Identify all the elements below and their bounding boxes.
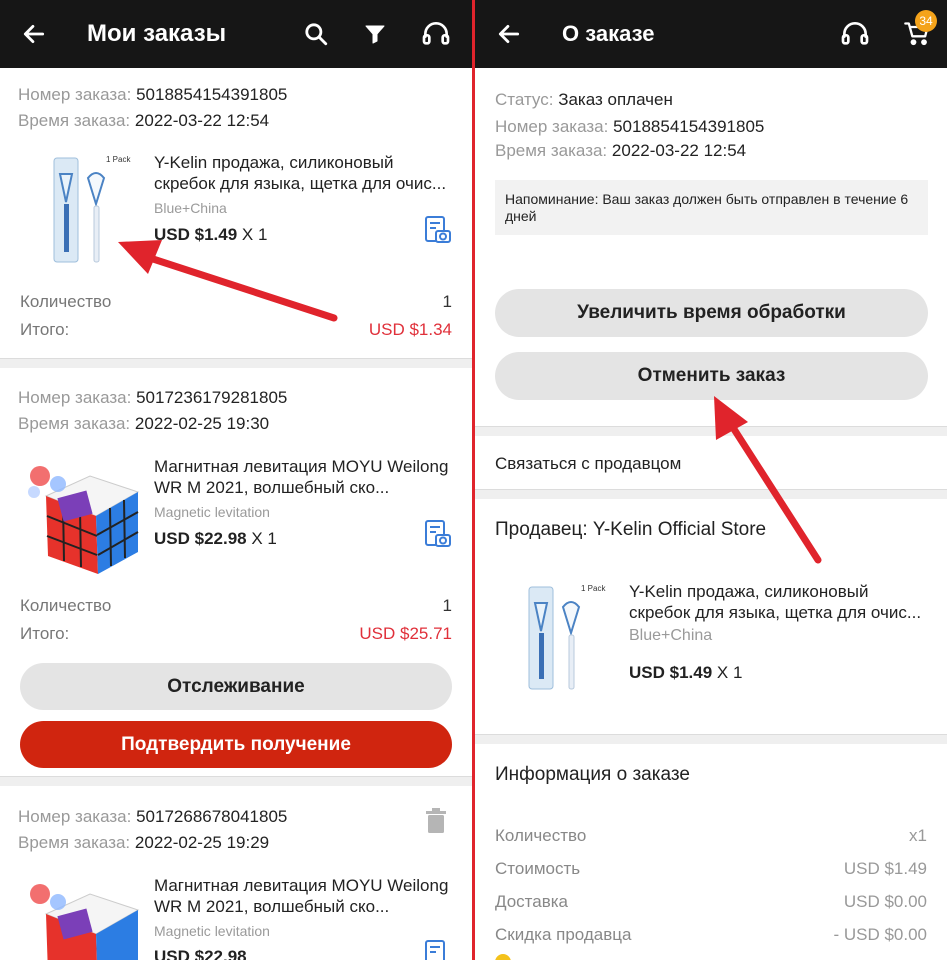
- order-card[interactable]: Номер заказа: 5018854154391805 Время зак…: [0, 68, 472, 358]
- filter-icon[interactable]: [357, 16, 393, 52]
- product-image-tongue-scraper[interactable]: 1 Pack: [515, 575, 635, 700]
- order-number-row: Номер заказа: 5017236179281805: [18, 388, 288, 407]
- product-image-magnetic-cube[interactable]: [20, 456, 140, 581]
- order-time-row: Время заказа: 2022-03-22 12:54: [18, 111, 270, 130]
- product-price-row: USD $1.49 X 1: [154, 225, 267, 245]
- order-time: 2022-03-22 12:54: [611, 141, 747, 160]
- product-price: USD $22.98: [154, 947, 247, 960]
- shipping-reminder: Напоминание: Ваш заказ должен быть отпра…: [495, 180, 928, 235]
- photo-review-icon[interactable]: [422, 214, 454, 246]
- headset-support-icon[interactable]: [837, 16, 873, 52]
- product-price-row: USD $22.98 X 1: [154, 529, 277, 549]
- seller-name[interactable]: Продавец: Y-Kelin Official Store: [495, 519, 766, 541]
- contact-seller-link[interactable]: Связаться с продавцом: [495, 454, 681, 474]
- confirm-receipt-button[interactable]: Подтвердить получение: [20, 721, 452, 768]
- total-row: Итого: USD $25.71: [20, 624, 452, 643]
- info-row-shipping: Доставка USD $0.00: [495, 892, 927, 911]
- product-title[interactable]: Магнитная левитация MOYU Weilong WR M 20…: [154, 875, 454, 917]
- order-time-row: Время заказа: 2022-02-25 19:29: [18, 833, 270, 852]
- info-row-cost: Стоимость USD $1.49: [495, 859, 927, 878]
- search-icon[interactable]: [298, 16, 334, 52]
- order-number: 5018854154391805: [613, 117, 765, 136]
- status-row: Статус: Заказ оплачен: [495, 90, 673, 109]
- divider: [475, 489, 947, 499]
- cancel-order-button[interactable]: Отменить заказ: [495, 352, 928, 400]
- product-variant: Blue+China: [629, 627, 713, 644]
- page-title: Мои заказы: [87, 20, 227, 47]
- order-number: 5017268678041805: [136, 807, 288, 826]
- order-card[interactable]: Номер заказа: 5017268678041805 Время зак…: [0, 786, 472, 960]
- order-time: 2022-02-25 19:29: [134, 833, 270, 852]
- trash-icon[interactable]: [424, 808, 448, 834]
- product-variant: Blue+China: [154, 200, 227, 216]
- info-row-quantity: Количество x1: [495, 826, 927, 845]
- product-image-magnetic-cube[interactable]: [20, 874, 140, 960]
- order-details-screen: О заказе 34 Статус: Заказ оплачен Номер …: [475, 0, 947, 960]
- product-qty: X 1: [716, 663, 743, 682]
- quantity-row: Количество 1: [20, 596, 452, 615]
- product-title[interactable]: Y-Kelin продажа, силиконовый скребок для…: [154, 152, 454, 194]
- order-status: Заказ оплачен: [558, 90, 673, 109]
- headset-support-icon[interactable]: [418, 16, 454, 52]
- total-row: Итого: USD $1.34: [20, 320, 452, 339]
- info-row-seller-discount: Скидка продавца - USD $0.00: [495, 925, 927, 944]
- product-variant: Magnetic levitation: [154, 504, 270, 520]
- order-number-row: Номер заказа: 5017268678041805: [18, 807, 288, 826]
- top-bar: О заказе 34: [475, 0, 947, 68]
- quantity-row: Количество 1: [20, 292, 452, 311]
- pack-label: 1 Pack: [581, 584, 606, 593]
- my-orders-screen: Мои заказы Номер заказа: 501885415439180…: [0, 0, 472, 960]
- order-time: 2022-03-22 12:54: [134, 111, 270, 130]
- extend-processing-time-button[interactable]: Увеличить время обработки: [495, 289, 928, 337]
- back-arrow-icon[interactable]: [16, 16, 52, 52]
- order-time-row: Время заказа: 2022-02-25 19:30: [18, 414, 270, 433]
- divider: [475, 734, 947, 744]
- photo-review-icon[interactable]: [422, 938, 454, 960]
- order-number-row: Номер заказа: 5018854154391805: [18, 85, 288, 104]
- page-title: О заказе: [562, 21, 655, 46]
- track-button[interactable]: Отслеживание: [20, 663, 452, 710]
- product-image-tongue-scraper[interactable]: 1 Pack: [20, 148, 140, 273]
- order-card[interactable]: Номер заказа: 5017236179281805 Время зак…: [0, 368, 472, 776]
- divider: [0, 776, 472, 786]
- order-total: USD $1.34: [368, 320, 452, 339]
- top-bar: Мои заказы: [0, 0, 472, 68]
- product-price-row: USD $22.98: [154, 947, 247, 960]
- product-price: USD $22.98: [154, 529, 247, 548]
- pack-label: 1 Pack: [106, 155, 131, 164]
- divider: [475, 426, 947, 436]
- annotation-arrow: [714, 396, 822, 564]
- photo-review-icon[interactable]: [422, 518, 454, 550]
- product-title[interactable]: Y-Kelin продажа, силиконовый скребок для…: [629, 581, 929, 623]
- product-qty: X 1: [251, 529, 277, 548]
- order-number-row: Номер заказа: 5018854154391805: [495, 117, 765, 136]
- order-time-row: Время заказа: 2022-03-22 12:54: [495, 141, 747, 160]
- product-price-row: USD $1.49 X 1: [629, 663, 742, 683]
- product-title[interactable]: Магнитная левитация MOYU Weilong WR M 20…: [154, 456, 454, 498]
- back-arrow-icon[interactable]: [491, 16, 527, 52]
- order-number: 5017236179281805: [136, 388, 288, 407]
- product-qty: X 1: [241, 225, 268, 244]
- cart-badge: 34: [915, 10, 937, 32]
- order-number: 5018854154391805: [136, 85, 288, 104]
- product-price: USD $1.49: [629, 663, 713, 682]
- divider: [0, 358, 472, 368]
- order-time: 2022-02-25 19:30: [134, 414, 270, 433]
- coin-icon: [495, 954, 511, 960]
- order-total: USD $25.71: [359, 624, 452, 643]
- order-info-title: Информация о заказе: [495, 764, 690, 785]
- product-price: USD $1.49: [154, 225, 238, 244]
- product-variant: Magnetic levitation: [154, 923, 270, 939]
